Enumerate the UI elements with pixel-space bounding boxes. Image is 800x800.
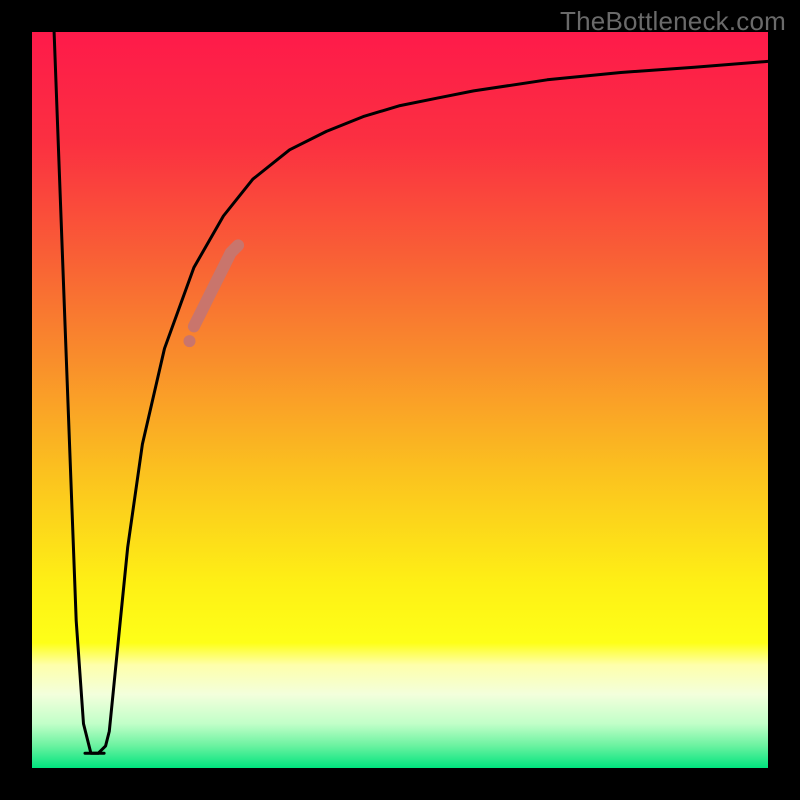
plot-svg	[32, 32, 768, 768]
bottleneck-plot	[32, 32, 768, 768]
highlight-dot	[184, 335, 196, 347]
plot-background	[32, 32, 768, 768]
watermark-text: TheBottleneck.com	[560, 6, 786, 37]
